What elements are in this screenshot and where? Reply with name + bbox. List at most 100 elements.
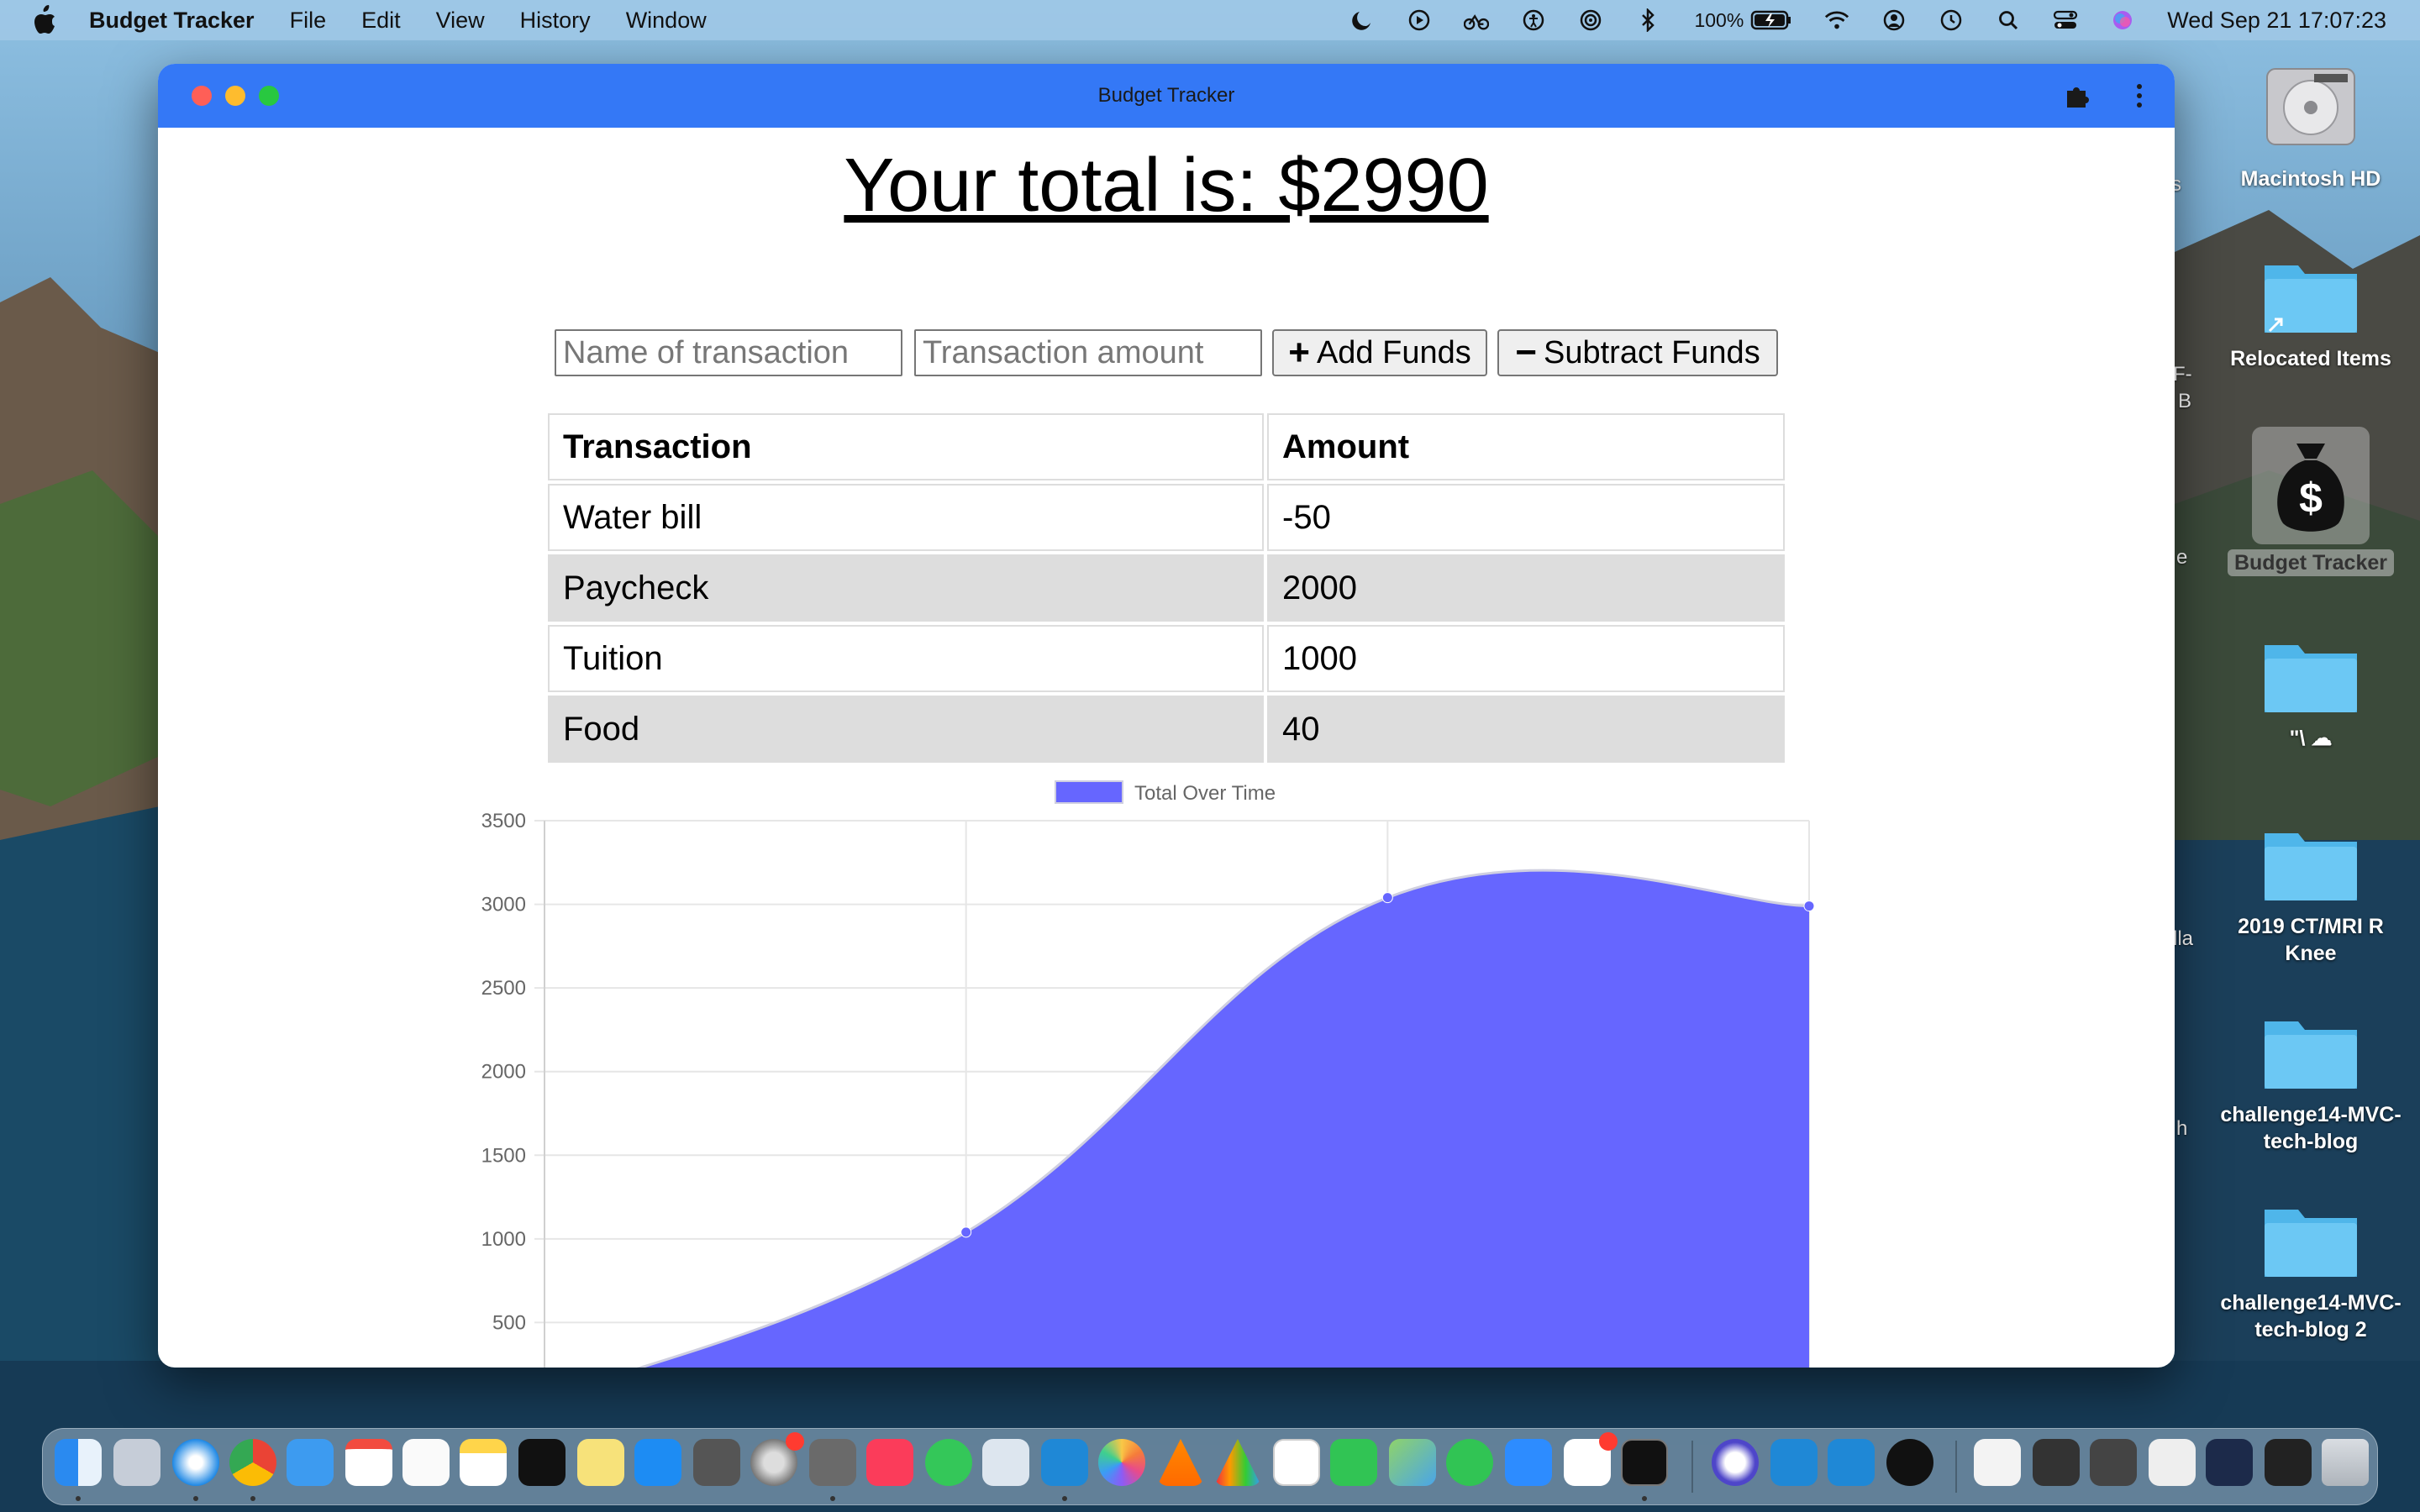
find-my-icon[interactable] [925, 1439, 972, 1486]
minimize-window-button[interactable] [225, 86, 245, 106]
legend-label[interactable]: Total Over Time [1134, 782, 1276, 805]
finder-icon[interactable] [55, 1439, 102, 1486]
user-icon[interactable] [1881, 8, 1907, 33]
vlc-icon[interactable] [1157, 1439, 1204, 1486]
menu-view[interactable]: View [436, 8, 485, 34]
menu-window[interactable]: Window [626, 8, 707, 34]
reminders-icon[interactable] [402, 1439, 450, 1486]
cycling-icon[interactable] [1464, 8, 1490, 33]
window-thumbnail-icon[interactable] [2149, 1439, 2196, 1486]
notes-icon[interactable] [460, 1439, 507, 1486]
window-titlebar[interactable]: Budget Tracker [158, 64, 2175, 128]
data-point[interactable] [960, 1226, 972, 1238]
terminal-icon[interactable] [1621, 1439, 1668, 1486]
calculator-icon[interactable] [693, 1439, 740, 1486]
desktop-item-label: Budget Tracker [2227, 549, 2394, 576]
menu-app-name[interactable]: Budget Tracker [89, 8, 255, 34]
vscode-icon[interactable] [1828, 1439, 1875, 1486]
legend-swatch[interactable] [1055, 780, 1123, 804]
puzzle-piece-icon[interactable] [2062, 81, 2092, 111]
wifi-icon[interactable] [1824, 8, 1849, 33]
desktop-label-fragment: lla [2173, 927, 2194, 950]
vscode-icon[interactable] [1041, 1439, 1088, 1486]
app-icon[interactable] [1712, 1439, 1759, 1486]
money-bag-icon: $ [2277, 444, 2344, 532]
time-machine-icon[interactable] [1939, 8, 1964, 33]
maps-icon[interactable] [1389, 1439, 1436, 1486]
stickies-icon[interactable] [577, 1439, 624, 1486]
search-icon[interactable] [1996, 8, 2021, 33]
running-indicator [830, 1496, 835, 1501]
desktop-item-label: Relocated Items [2230, 347, 2391, 370]
dock-separator [1955, 1441, 1957, 1493]
menu-edit[interactable]: Edit [361, 8, 401, 34]
accessibility-icon[interactable] [1521, 8, 1546, 33]
menu-clock[interactable]: Wed Sep 21 17:07:23 [2167, 8, 2386, 34]
folder-icon [2265, 1021, 2357, 1089]
y-tick-label: 2500 [481, 977, 526, 1000]
desktop-item-label: challenge14-MVC-tech-blog 2 [2220, 1291, 2402, 1341]
window-thumbnail-icon[interactable] [2265, 1439, 2312, 1486]
more-options-icon[interactable] [2131, 79, 2148, 113]
menu-history[interactable]: History [520, 8, 591, 34]
facetime-icon[interactable] [1330, 1439, 1377, 1486]
hard-drive-icon [2266, 68, 2355, 145]
zoom-window-button[interactable] [259, 86, 279, 106]
trash-icon[interactable] [2322, 1439, 2369, 1486]
desktop-label-fragment: h [2176, 1117, 2188, 1140]
folder-icon [2265, 833, 2357, 900]
apple-tv-icon[interactable] [518, 1439, 566, 1486]
y-tick-label: 2000 [481, 1061, 526, 1084]
calendar-icon[interactable] [345, 1439, 392, 1486]
desktop-item-relocated-items[interactable]: Relocated Items [2218, 249, 2403, 372]
folder-icon [2265, 645, 2357, 712]
money-bag-icon[interactable] [1886, 1439, 1933, 1486]
total-over-time-chart: 05001000150020002500300035009/21/20229/2… [481, 780, 1815, 1368]
document-icon[interactable] [1974, 1439, 2021, 1486]
preview-icon[interactable] [982, 1439, 1029, 1486]
y-tick-label: 3500 [481, 810, 526, 832]
desktop-item-label: "\ ☁ [2289, 727, 2333, 750]
photos-icon[interactable] [1098, 1439, 1145, 1486]
chrome-icon[interactable] [229, 1439, 276, 1486]
desktop-item-folder[interactable]: 2019 CT/MRI R Knee [2218, 816, 2403, 967]
launchpad-icon[interactable] [113, 1439, 160, 1486]
desktop-label-fragment: F- [2173, 363, 2192, 386]
desktop-item-macintosh-hd[interactable]: Macintosh HD [2218, 52, 2403, 192]
safari-icon[interactable] [172, 1439, 219, 1486]
window-thumbnail-icon[interactable] [2206, 1439, 2253, 1486]
messages-icon[interactable] [1446, 1439, 1493, 1486]
window-thumbnail-icon[interactable] [2033, 1439, 2080, 1486]
app-store-icon[interactable] [634, 1439, 681, 1486]
vscode-icon[interactable] [1770, 1439, 1818, 1486]
play-circle-icon[interactable] [1407, 8, 1432, 33]
moon-icon[interactable] [1349, 8, 1375, 33]
music-icon[interactable] [866, 1439, 913, 1486]
printer-icon[interactable] [1273, 1439, 1320, 1486]
running-indicator [1642, 1496, 1647, 1501]
close-window-button[interactable] [192, 86, 212, 106]
notification-badge [1599, 1432, 1618, 1451]
airdrop-icon[interactable] [1578, 8, 1603, 33]
menu-file[interactable]: File [290, 8, 327, 34]
control-center-icon[interactable] [2053, 8, 2078, 33]
desktop-item-folder[interactable]: "\ ☁ [2218, 628, 2403, 752]
battery-icon[interactable] [1750, 8, 1792, 33]
apple-menu-icon[interactable] [30, 3, 59, 37]
automator-icon[interactable] [809, 1439, 856, 1486]
prism-icon[interactable] [1214, 1439, 1261, 1486]
zoom-icon[interactable] [1505, 1439, 1552, 1486]
data-point[interactable] [1803, 900, 1815, 912]
desktop-item-folder[interactable]: challenge14-MVC-tech-blog 2 [2218, 1193, 2403, 1343]
menu-bar: Budget Tracker File Edit View History Wi… [0, 0, 2420, 40]
battery-percent: 100% [1694, 8, 1744, 31]
data-point[interactable] [1381, 892, 1393, 904]
desktop-item-budget-tracker[interactable]: $ Budget Tracker [2218, 427, 2403, 576]
folder-icon [2265, 1210, 2357, 1277]
siri-icon[interactable] [2110, 8, 2135, 33]
y-tick-label: 3000 [481, 894, 526, 916]
desktop-item-folder[interactable]: challenge14-MVC-tech-blog [2218, 1005, 2403, 1155]
bluetooth-icon[interactable] [1635, 8, 1660, 33]
mail-icon[interactable] [287, 1439, 334, 1486]
window-thumbnail-icon[interactable] [2090, 1439, 2137, 1486]
